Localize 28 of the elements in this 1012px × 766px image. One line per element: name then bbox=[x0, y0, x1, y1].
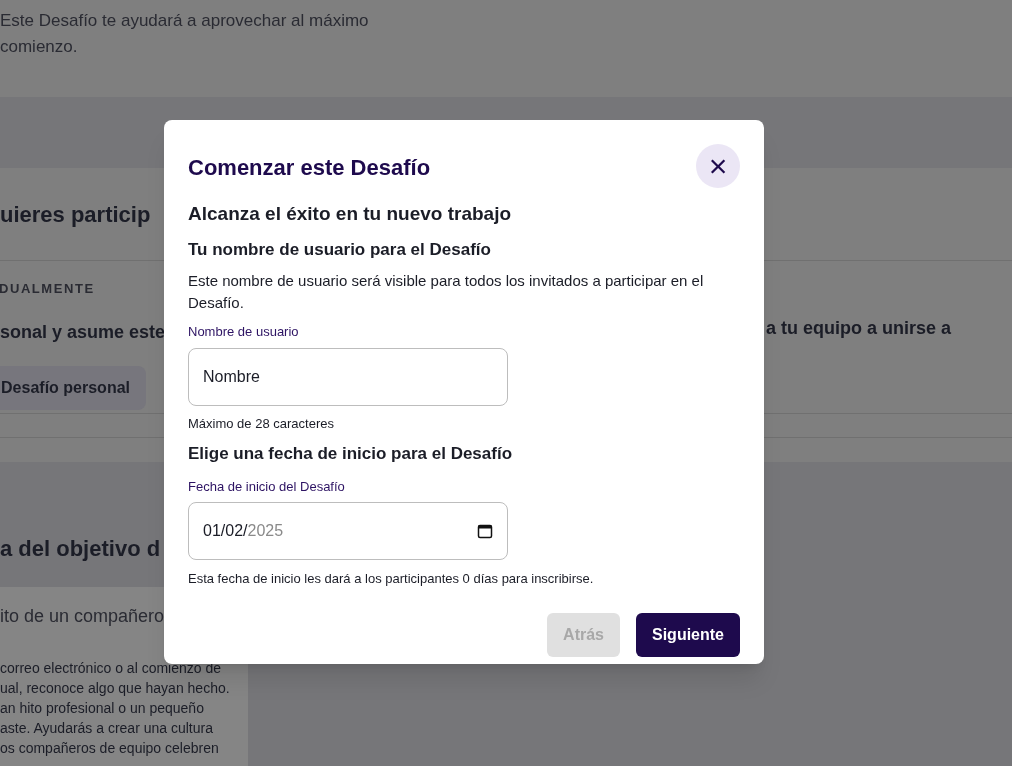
username-field[interactable]: Nombre bbox=[188, 347, 508, 406]
date-field[interactable]: 01/02/2025 bbox=[188, 502, 508, 560]
option-label: DUALMENTE bbox=[0, 280, 96, 298]
next-button[interactable]: Siguiente bbox=[636, 612, 740, 657]
dialog-title: Comenzar este Desafío bbox=[188, 153, 431, 182]
calendar-icon[interactable] bbox=[477, 523, 493, 539]
card-title: ito de un compañero bbox=[0, 605, 166, 628]
intro-text: Este Desafío te ayudará a aprovechar al máximo bbox=[0, 10, 370, 32]
field-label: Nombre de usuario bbox=[188, 323, 300, 341]
section-heading: uieres particip bbox=[0, 200, 152, 229]
section-heading: Elige una fecha de inicio para el Desafío bbox=[188, 443, 514, 465]
close-button[interactable]: × bbox=[696, 144, 740, 188]
card-text: aste. Ayudarás a crear una cultura bbox=[0, 719, 214, 738]
personal-challenge-button[interactable]: Desafío personal bbox=[0, 365, 146, 410]
option-text: a tu equipo a unirse a bbox=[766, 317, 952, 340]
hint-text: Máximo de 28 caracteres bbox=[188, 414, 335, 433]
hint-text: Esta fecha de inicio les dará a los participantes 0 días para inscribirse. bbox=[188, 570, 595, 588]
card-text: correo electrónico o al comienzo de bbox=[0, 659, 222, 678]
section-heading: a del objetivo d bbox=[0, 535, 161, 563]
option-text: sonal y asume este bbox=[0, 320, 164, 344]
challenge-name: Alcanza el éxito en tu nuevo trabajo bbox=[188, 202, 513, 226]
section-heading: Tu nombre de usuario para el Desafío bbox=[188, 238, 492, 261]
intro-text: comienzo. bbox=[0, 36, 79, 58]
card-text: an hito profesional o un pequeño bbox=[0, 699, 205, 718]
card-text: ual, reconoce algo que hayan hecho. bbox=[0, 679, 231, 698]
field-label: Fecha de inicio del Desafío bbox=[188, 477, 346, 496]
card-text: os compañeros de equipo celebren bbox=[0, 739, 220, 758]
help-text: Este nombre de usuario será visible para todos los invitados a participar en el Desafío. bbox=[188, 271, 705, 313]
